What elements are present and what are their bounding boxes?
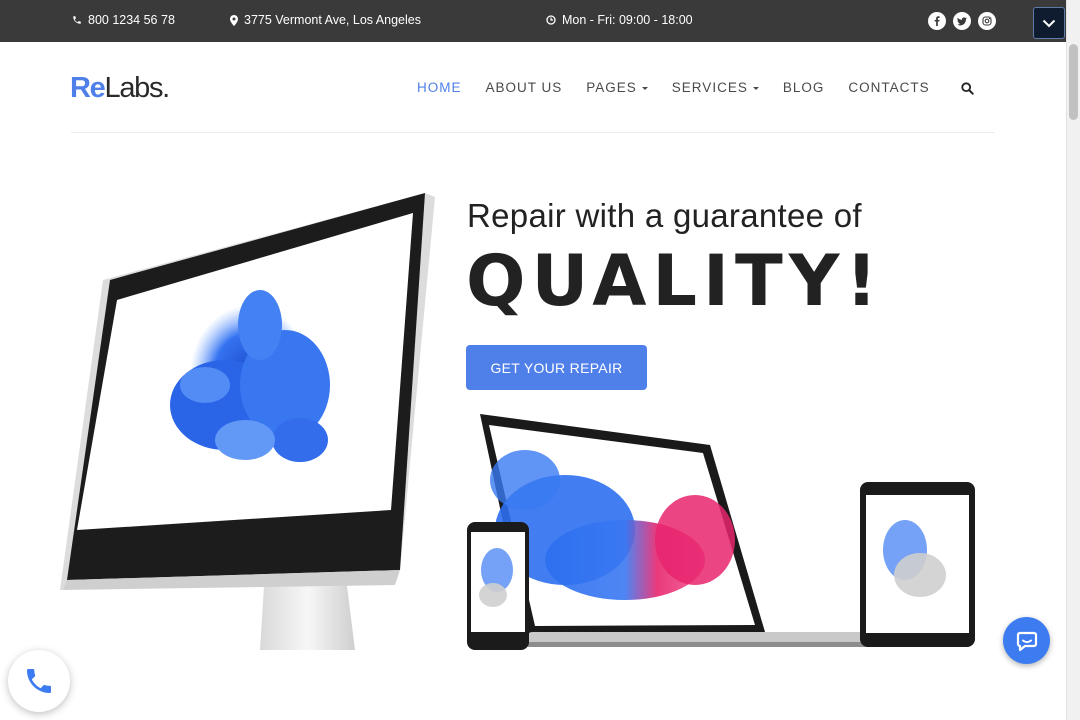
nav-item-services[interactable]: SERVICES xyxy=(672,80,759,95)
caret-down-icon xyxy=(752,86,759,90)
nav-label: CONTACTS xyxy=(848,80,930,95)
devices-illustration xyxy=(467,414,975,650)
page-scrollbar[interactable] xyxy=(1066,0,1080,720)
nav-label: HOME xyxy=(417,80,462,95)
chat-icon xyxy=(1016,631,1037,651)
scrollbar-thumb[interactable] xyxy=(1069,44,1078,120)
phone-icon xyxy=(73,16,81,24)
instagram-icon[interactable] xyxy=(978,12,996,30)
hero-subheading: Repair with a guarantee of xyxy=(467,197,862,234)
search-button[interactable] xyxy=(961,82,974,100)
logo-part-labs: Labs xyxy=(104,72,163,104)
chevron-down-icon xyxy=(1042,19,1056,27)
top-bar: 800 1234 56 78 3775 Vermont Ave, Los Ang… xyxy=(0,0,1066,42)
imac-illustration xyxy=(60,193,435,650)
map-pin-icon xyxy=(230,14,238,26)
topbar-address: 3775 Vermont Ave, Los Angeles xyxy=(230,13,421,27)
nav-label: PAGES xyxy=(586,80,637,95)
nav-item-home[interactable]: HOME xyxy=(417,80,462,95)
get-your-repair-button[interactable]: GET YOUR REPAIR xyxy=(466,345,647,390)
facebook-icon[interactable] xyxy=(928,12,946,30)
search-icon xyxy=(961,82,974,95)
topbar-address-text: 3775 Vermont Ave, Los Angeles xyxy=(244,13,421,27)
panel-toggle-button[interactable] xyxy=(1033,7,1065,39)
nav-item-about-us[interactable]: ABOUT US xyxy=(486,80,563,95)
nav-label: ABOUT US xyxy=(485,80,563,95)
logo-dot: . xyxy=(162,72,170,104)
topbar-hours: Mon - Fri: 09:00 - 18:00 xyxy=(546,13,693,27)
hero-heading: QUALITY! xyxy=(466,240,884,322)
site-header: ReLabs. HOME ABOUT US PAGES SERVICES BLO… xyxy=(0,42,1066,134)
nav-item-contacts[interactable]: CONTACTS xyxy=(848,80,929,95)
logo-part-re: Re xyxy=(70,72,106,104)
phone-icon xyxy=(27,669,51,693)
chat-button[interactable] xyxy=(1003,617,1050,664)
nav-label: SERVICES xyxy=(671,80,748,95)
topbar-hours-text: Mon - Fri: 09:00 - 18:00 xyxy=(562,13,693,27)
twitter-icon[interactable] xyxy=(953,12,971,30)
caret-down-icon xyxy=(641,86,648,90)
clock-icon xyxy=(546,15,556,25)
nav-item-blog[interactable]: BLOG xyxy=(783,80,825,95)
site-logo[interactable]: ReLabs. xyxy=(70,71,170,105)
nav-item-pages[interactable]: PAGES xyxy=(586,80,648,95)
header-divider xyxy=(71,132,995,133)
nav-label: BLOG xyxy=(782,80,825,95)
call-button[interactable] xyxy=(8,650,70,712)
topbar-phone-text: 800 1234 56 78 xyxy=(88,13,175,27)
main-nav: HOME ABOUT US PAGES SERVICES BLOG CONTAC… xyxy=(417,80,954,95)
topbar-phone[interactable]: 800 1234 56 78 xyxy=(72,13,175,27)
